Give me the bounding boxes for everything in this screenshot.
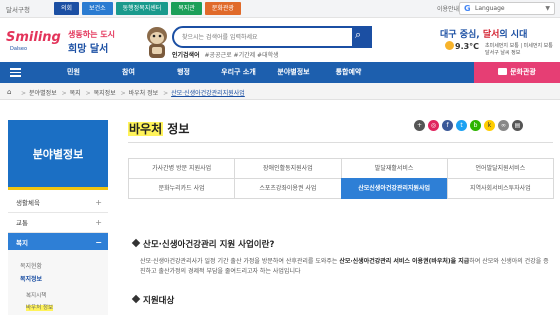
- tab-culture-tour[interactable]: 문화관광: [204, 2, 241, 15]
- sidebar-item-traffic[interactable]: 교통 +: [8, 213, 108, 233]
- nav-item-civil[interactable]: 민원: [46, 62, 101, 83]
- weather-location: 달서구 날씨 정보: [485, 50, 521, 56]
- sidebar-item-label: 생활체육: [16, 199, 40, 207]
- sidebar-title: 분야별정보: [32, 148, 84, 161]
- weather-widget: 9.3°C 초미세먼지 보통 | 미세먼지 보통 달서구 날씨 정보: [445, 41, 557, 56]
- camera-icon: [498, 68, 508, 75]
- logo-hope-dalseo: 희망 달서: [68, 44, 109, 55]
- sidebar-subsub-policy[interactable]: 복지시책: [8, 291, 108, 299]
- nav-item-participation[interactable]: 참여: [101, 62, 156, 83]
- tab-welfare-center[interactable]: 복지관: [171, 2, 202, 15]
- logo-tagline: 생동하는 도시: [68, 30, 115, 39]
- tab-development-rehab[interactable]: 발달재활서비스: [340, 158, 448, 179]
- google-icon: G: [464, 4, 471, 13]
- popular-searches: 인기검색어 #공공근로 #기간제 #대학생: [172, 50, 279, 59]
- section-title-text: 지원대상: [143, 296, 175, 306]
- sidebar-subsub-voucher-label: 바우처 정보: [26, 305, 54, 311]
- temperature: 9.3°C: [455, 42, 480, 51]
- plus-icon[interactable]: +: [414, 120, 425, 131]
- logo-dalseo: Dalseo: [10, 46, 28, 52]
- tab-maternal-newborn[interactable]: 산모신생아건강관리지원사업: [340, 178, 448, 199]
- sidebar-item-label: 복지: [16, 239, 28, 247]
- culture-tour-label: 문화관광: [510, 68, 536, 76]
- kakao-icon[interactable]: k: [484, 120, 495, 131]
- nav-item-field-info[interactable]: 분야별정보: [266, 62, 321, 83]
- tab-community-service[interactable]: 지역사회서비스투자사업: [446, 178, 554, 199]
- popular-label: 인기검색어: [172, 52, 200, 59]
- tab-language-development[interactable]: 언어발달지원서비스: [446, 158, 554, 179]
- language-select-label: Language: [475, 5, 505, 12]
- print-icon[interactable]: ▤: [512, 120, 523, 131]
- popular-terms[interactable]: #공공근로 #기간제 #대학생: [205, 52, 279, 59]
- menu-icon[interactable]: [10, 68, 21, 77]
- section-description: 산모·신생아건강관리사가 일정 기간 출산 가정을 방문하여 산후관리를 도와주…: [140, 257, 550, 277]
- sidebar-sub-welfare-status[interactable]: 복지현황: [8, 261, 108, 270]
- page-title-mark: 바우처: [128, 122, 164, 136]
- breadcrumb-current[interactable]: 산모·신생아건강관리지원사업: [171, 90, 245, 97]
- share-buttons: + ◎ f t b k ∞ ▤: [414, 120, 523, 131]
- sun-icon: [445, 41, 454, 50]
- nav-item-administration[interactable]: 행정: [156, 62, 211, 83]
- band-icon[interactable]: b: [470, 120, 481, 131]
- culture-tour-button[interactable]: 문화관광: [474, 62, 560, 83]
- plus-icon: +: [95, 218, 102, 227]
- breadcrumb-item[interactable]: 바우처 정보: [129, 90, 159, 97]
- voucher-tabs: 가사간병 방문 지원사업 장애인활동지원사업 발달재활서비스 언어발달지원서비스…: [128, 158, 554, 199]
- home-link[interactable]: 달서구청: [6, 4, 30, 14]
- facebook-icon[interactable]: f: [442, 120, 453, 131]
- sidebar-subsub-voucher[interactable]: 바우처 정보: [8, 303, 108, 311]
- slogan-pre: 대구 중심,: [440, 30, 483, 40]
- breadcrumb-item[interactable]: 복지: [70, 90, 81, 97]
- sidebar-title-box: 분야별정보: [8, 120, 108, 190]
- logo-smiling: Smiling: [6, 30, 61, 45]
- link-icon[interactable]: ∞: [498, 120, 509, 131]
- city-slogan: 대구 중심, 달서의 시대: [440, 27, 527, 40]
- divider: [128, 142, 553, 143]
- tab-sports-voucher[interactable]: 스포츠강좌이용권 사업: [234, 178, 342, 199]
- search-icon: ⌕: [355, 28, 362, 41]
- tab-culture-card[interactable]: 문화누리카드 사업: [128, 178, 236, 199]
- nav-item-reservation[interactable]: 통합예약: [321, 62, 376, 83]
- sidebar-item-sports[interactable]: 생활체육 +: [8, 193, 108, 213]
- tab-community-center[interactable]: 동행정복지센터: [115, 2, 169, 15]
- slogan-post: 의 시대: [499, 30, 528, 40]
- search-button[interactable]: ⌕: [352, 26, 372, 48]
- language-select[interactable]: G Language ▼: [459, 2, 555, 15]
- tab-housework-care[interactable]: 가사간병 방문 지원사업: [128, 158, 236, 179]
- section-title: 산모·신생아건강관리 지원 사업이란?: [131, 238, 275, 250]
- diamond-icon: [131, 294, 141, 304]
- tab-council[interactable]: 의회: [54, 2, 80, 15]
- twitter-icon[interactable]: t: [456, 120, 467, 131]
- air-quality: 초미세먼지 보통 | 미세먼지 보통: [485, 43, 553, 49]
- home-icon[interactable]: ⌂: [7, 88, 11, 96]
- top-utility-bar: 달서구청 의회 보건소 동행정복지센터 복지관 문화관광 이용안내 G Lang…: [0, 0, 560, 18]
- usage-guide-link[interactable]: 이용안내: [437, 4, 459, 13]
- chevron-down-icon: ▼: [545, 5, 550, 12]
- tab-health-center[interactable]: 보건소: [82, 2, 113, 15]
- breadcrumb-item[interactable]: 분야별정보: [29, 90, 57, 97]
- page-title-rest: 정보: [163, 122, 190, 136]
- search-field[interactable]: [172, 26, 356, 48]
- mascot-icon: [147, 27, 167, 58]
- nav-item-about[interactable]: 우리구 소개: [211, 62, 266, 83]
- search-input[interactable]: [182, 31, 332, 44]
- site-logo[interactable]: Smiling Dalseo 생동하는 도시 희망 달서: [6, 28, 118, 55]
- tab-disability-support[interactable]: 장애인활동지원사업: [234, 158, 342, 179]
- section-title: 지원대상: [131, 294, 175, 306]
- instagram-icon[interactable]: ◎: [428, 120, 439, 131]
- para-bold: 산모·신생아건강관리 서비스 이용권(바우처)을 지급: [339, 258, 470, 265]
- page-title: 바우처 정보: [128, 120, 189, 137]
- sidebar-sub-welfare-info[interactable]: 복지정보: [8, 274, 108, 283]
- slogan-accent: 달서: [482, 30, 500, 40]
- para-part-1: 산모·신생아건강관리사가 일정 기간 출산 가정을 방문하여 산후관리를 도와주…: [140, 258, 340, 265]
- site-tabs: 의회 보건소 동행정복지센터 복지관 문화관광: [54, 2, 241, 15]
- section-title-text: 산모·신생아건강관리 지원 사업이란?: [143, 240, 275, 250]
- diamond-icon: [131, 238, 141, 248]
- sidebar-item-label: 교통: [16, 219, 28, 227]
- breadcrumb-item[interactable]: 복지정보: [94, 90, 116, 97]
- plus-icon: +: [95, 198, 102, 207]
- breadcrumb: ⌂ > 분야별정보 > 복지 > 복지정보 > 바우처 정보 > 산모·신생아건강관리지원…: [0, 83, 560, 100]
